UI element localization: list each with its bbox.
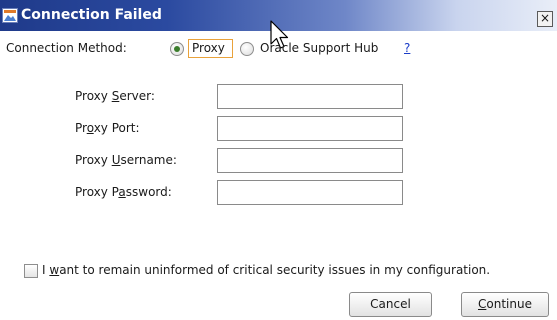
security-opt-out-label[interactable]: I want to remain uninformed of critical … [42, 263, 490, 277]
help-link[interactable]: ? [404, 41, 410, 55]
oracle-support-hub-radio[interactable] [240, 42, 254, 56]
label-text: Proxy [75, 89, 112, 103]
mnemonic-letter: w [49, 263, 60, 277]
proxy-port-label: Proxy Port: [75, 121, 140, 135]
close-icon: × [539, 11, 551, 25]
proxy-port-input[interactable] [217, 116, 403, 141]
radio-selected-dot [174, 46, 180, 52]
proxy-server-label: Proxy Server: [75, 89, 155, 103]
mnemonic-letter: a [118, 185, 126, 199]
button-label: ontinue [486, 297, 532, 311]
security-opt-out-checkbox[interactable] [24, 264, 38, 278]
label-text: erver: [119, 89, 155, 103]
mnemonic-letter: o [86, 121, 94, 135]
connection-method-label: Connection Method: [6, 41, 127, 55]
continue-button[interactable]: Continue [461, 292, 549, 317]
label-text: Proxy [75, 153, 112, 167]
proxy-password-label: Proxy Password: [75, 185, 172, 199]
cancel-button[interactable]: Cancel [349, 292, 432, 317]
label-text: ant to remain uninformed of critical sec… [59, 263, 491, 277]
proxy-option-label[interactable]: Proxy [192, 41, 225, 55]
proxy-username-label: Proxy Username: [75, 153, 177, 167]
proxy-server-input[interactable] [217, 84, 403, 109]
label-text: sername: [120, 153, 177, 167]
close-button[interactable]: × [537, 11, 553, 27]
label-text: xy Port: [93, 121, 140, 135]
app-icon [2, 8, 18, 23]
oracle-support-hub-option-label[interactable]: Oracle Support Hub [260, 41, 378, 55]
label-text: ssword: [125, 185, 172, 199]
label-text: Pr [75, 121, 87, 135]
label-text: Proxy P [75, 185, 119, 199]
proxy-password-input[interactable] [217, 180, 403, 205]
proxy-username-input[interactable] [217, 148, 403, 173]
window-title: Connection Failed [21, 7, 162, 23]
proxy-radio[interactable] [170, 42, 184, 56]
